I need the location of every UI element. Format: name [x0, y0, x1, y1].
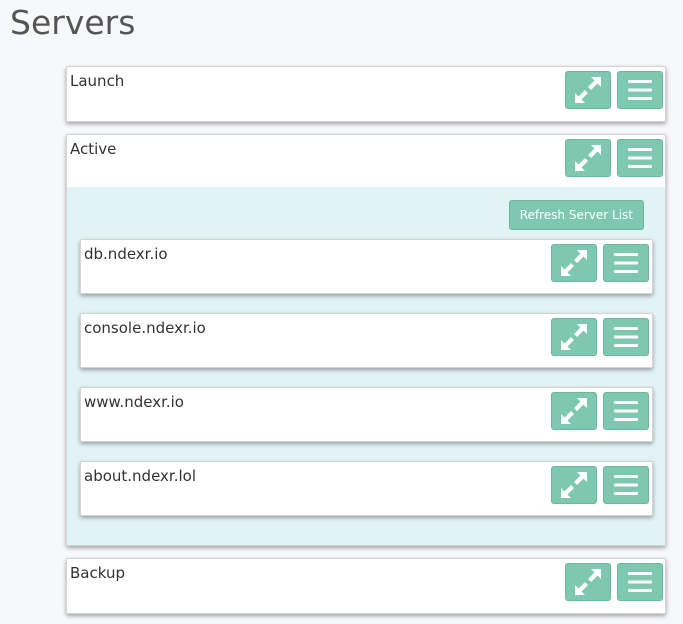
- group-backup: Backup: [66, 558, 666, 614]
- group-active-header: Active: [67, 135, 665, 187]
- group-launch-header: Launch: [67, 67, 665, 119]
- group-active-actions: [565, 139, 663, 177]
- menu-button[interactable]: [603, 244, 649, 282]
- server-actions: [551, 466, 649, 504]
- menu-button[interactable]: [617, 71, 663, 109]
- expand-button[interactable]: [565, 139, 611, 177]
- expand-arrows-icon: [561, 472, 587, 498]
- expand-button[interactable]: [551, 392, 597, 430]
- menu-button[interactable]: [603, 466, 649, 504]
- expand-button[interactable]: [551, 244, 597, 282]
- expand-arrows-icon: [561, 324, 587, 350]
- group-active-body: Refresh Server List db.ndexr.io console.…: [67, 187, 665, 545]
- group-active-title: Active: [70, 140, 117, 158]
- server-card-db: db.ndexr.io: [80, 239, 653, 294]
- server-card-www: www.ndexr.io: [80, 387, 653, 442]
- expand-button[interactable]: [551, 466, 597, 504]
- menu-button[interactable]: [603, 392, 649, 430]
- hamburger-menu-icon: [614, 475, 638, 495]
- group-backup-header: Backup: [67, 559, 665, 611]
- expand-arrows-icon: [575, 77, 601, 103]
- hamburger-menu-icon: [614, 327, 638, 347]
- menu-button[interactable]: [617, 563, 663, 601]
- server-name: console.ndexr.io: [84, 319, 206, 337]
- server-card-console: console.ndexr.io: [80, 313, 653, 368]
- expand-arrows-icon: [575, 569, 601, 595]
- group-launch-actions: [565, 71, 663, 109]
- group-backup-title: Backup: [70, 564, 125, 582]
- hamburger-menu-icon: [614, 253, 638, 273]
- expand-button[interactable]: [565, 71, 611, 109]
- group-backup-actions: [565, 563, 663, 601]
- hamburger-menu-icon: [628, 80, 652, 100]
- expand-arrows-icon: [575, 145, 601, 171]
- hamburger-menu-icon: [614, 401, 638, 421]
- menu-button[interactable]: [617, 139, 663, 177]
- server-card-about: about.ndexr.lol: [80, 461, 653, 516]
- page-title: Servers: [10, 3, 136, 42]
- server-actions: [551, 318, 649, 356]
- server-name: about.ndexr.lol: [84, 467, 196, 485]
- expand-arrows-icon: [561, 398, 587, 424]
- group-launch-title: Launch: [70, 72, 125, 90]
- server-actions: [551, 244, 649, 282]
- group-launch: Launch: [66, 66, 666, 122]
- refresh-server-list-button[interactable]: Refresh Server List: [508, 200, 644, 230]
- group-active: Active Refresh Server List db.ndexr.io c…: [66, 134, 666, 546]
- menu-button[interactable]: [603, 318, 649, 356]
- expand-button[interactable]: [551, 318, 597, 356]
- hamburger-menu-icon: [628, 572, 652, 592]
- expand-button[interactable]: [565, 563, 611, 601]
- server-name: www.ndexr.io: [84, 393, 184, 411]
- expand-arrows-icon: [561, 250, 587, 276]
- server-actions: [551, 392, 649, 430]
- hamburger-menu-icon: [628, 148, 652, 168]
- server-name: db.ndexr.io: [84, 245, 168, 263]
